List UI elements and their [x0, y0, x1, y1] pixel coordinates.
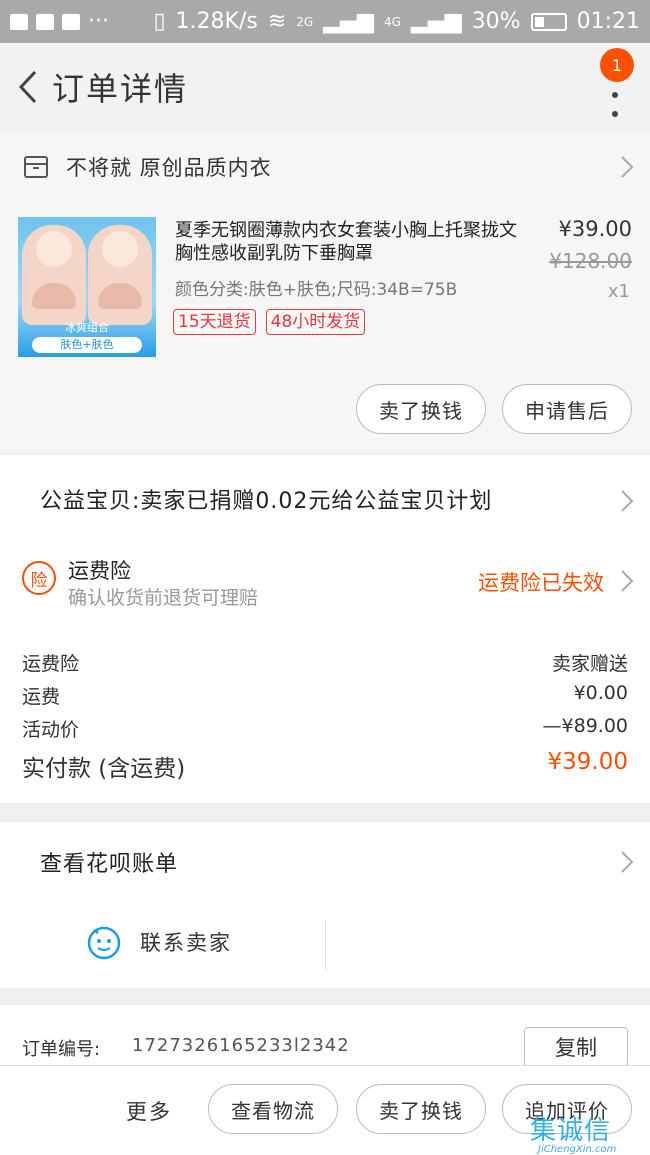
shop-icon [24, 156, 48, 178]
shop-row[interactable]: 不将就 原创品质内衣 [0, 131, 650, 203]
after-sale-button[interactable]: 申请售后 [502, 384, 632, 434]
chat-icon [87, 926, 121, 960]
signal-icon: ▂▄▆ [323, 9, 374, 34]
chevron-right-icon [621, 490, 634, 512]
fee-value: 卖家赠送 [551, 653, 628, 675]
sim1-label: 2G [296, 14, 314, 29]
page-title: 订单详情 [52, 70, 189, 108]
sim2-label: 4G [383, 14, 401, 29]
return-tag: 15天退货 [173, 309, 256, 335]
view-logistics-button[interactable]: 查看物流 [208, 1084, 338, 1134]
insurance-icon: 险 [22, 561, 56, 595]
product-quantity: x1 [607, 281, 630, 302]
fee-row: 运费 ¥0.00 [22, 682, 628, 709]
copy-button[interactable]: 复制 [524, 1027, 628, 1067]
shipping-tag: 48小时发货 [265, 309, 366, 335]
wifi-icon: ≋ [267, 9, 287, 34]
sell-button[interactable]: 卖了换钱 [356, 384, 486, 434]
divider [325, 920, 326, 970]
notification-badge: 1 [600, 48, 634, 82]
app-header: 订单详情 1 [0, 43, 650, 131]
chevron-right-icon [621, 570, 634, 592]
signal-icon-2: ▂▄▆ [410, 9, 462, 34]
huabei-label: 查看花呗账单 [40, 852, 179, 877]
clock: 01:21 [576, 9, 640, 34]
chevron-right-icon [621, 156, 634, 178]
product-title[interactable]: 夏季无钢圈薄款内衣女套装小胸上托聚拢文胸性感收副乳防下垂胸罩 [175, 219, 525, 265]
watermark: 集诚信 JiChengXin.com [530, 1110, 650, 1155]
total-label: 实付款 (含运费) [22, 756, 186, 782]
status-bar: ··· ▯ 1.28K/s ≋ 2G ▂▄▆ 4G ▂▄▆ 30% 01:21 [0, 0, 650, 43]
watermark-logo: 集诚信 [530, 1116, 612, 1146]
product-card[interactable]: 冰爽组合 肤色+肤色 夏季无钢圈薄款内衣女套装小胸上托聚拢文胸性感收副乳防下垂胸… [0, 203, 650, 453]
back-arrow-icon[interactable] [8, 67, 48, 107]
product-image[interactable]: 冰爽组合 肤色+肤色 [18, 217, 156, 357]
more-notifications-icon: ··· [88, 9, 109, 34]
huabei-bill-row[interactable]: 查看花呗账单 [0, 822, 650, 902]
sell-button-bottom[interactable]: 卖了换钱 [356, 1084, 486, 1134]
fee-row: 活动价 —¥89.00 [22, 715, 628, 742]
image-caption-tag: 肤色+肤色 [32, 337, 142, 353]
charity-text: 公益宝贝:卖家已捐赠0.02元给公益宝贝计划 [40, 489, 493, 514]
total-row: 实付款 (含运费) ¥39.00 [22, 749, 628, 783]
order-number-label: 订单编号: [22, 1039, 101, 1060]
shop-name: 不将就 原创品质内衣 [66, 156, 272, 180]
contact-seller-button[interactable]: 联系卖家 [86, 924, 232, 960]
more-button[interactable]: 更多 [126, 1096, 172, 1126]
app-icon [62, 13, 80, 30]
fee-row: 运费险 卖家赠送 [22, 649, 628, 676]
fee-summary: 运费险 卖家赠送 运费 ¥0.00 活动价 —¥89.00 实付款 (含运费) … [0, 635, 650, 803]
original-price: ¥128.00 [549, 249, 632, 273]
fee-label: 运费险 [22, 653, 80, 675]
fee-label: 运费 [22, 686, 61, 708]
battery-percent: 30% [471, 9, 521, 34]
image-icon [36, 13, 54, 30]
order-number: 1727326165233l2342 [132, 1035, 350, 1056]
product-sku: 颜色分类:肤色+肤色;尺码:34B=75B [175, 280, 458, 300]
fee-value: ¥0.00 [573, 682, 628, 704]
fee-label: 活动价 [22, 719, 80, 741]
net-speed: 1.28K/s [175, 9, 258, 34]
vibrate-icon: ▯ [153, 9, 166, 34]
product-price: ¥39.00 [558, 217, 632, 241]
charity-row[interactable]: 公益宝贝:卖家已捐赠0.02元给公益宝贝计划 [0, 455, 650, 545]
notification-icon [10, 13, 28, 30]
watermark-domain: JiChengXin.com [538, 1144, 617, 1155]
fee-value: —¥89.00 [542, 715, 628, 737]
shipping-insurance-row[interactable]: 险 运费险 确认收货前退货可理赔 运费险已失效 [0, 545, 650, 635]
insurance-subtitle: 确认收货前退货可理赔 [68, 587, 259, 609]
total-value: ¥39.00 [547, 749, 628, 775]
insurance-status: 运费险已失效 [478, 571, 604, 595]
chevron-right-icon [621, 851, 634, 873]
contact-bar: 联系卖家 [0, 902, 650, 988]
insurance-title: 运费险 [68, 559, 131, 583]
contact-seller-label: 联系卖家 [140, 931, 232, 955]
battery-icon [530, 12, 567, 31]
order-number-row: 订单编号: 1727326165233l2342 复制 [0, 1005, 650, 1067]
image-caption: 冰爽组合 [65, 321, 109, 334]
